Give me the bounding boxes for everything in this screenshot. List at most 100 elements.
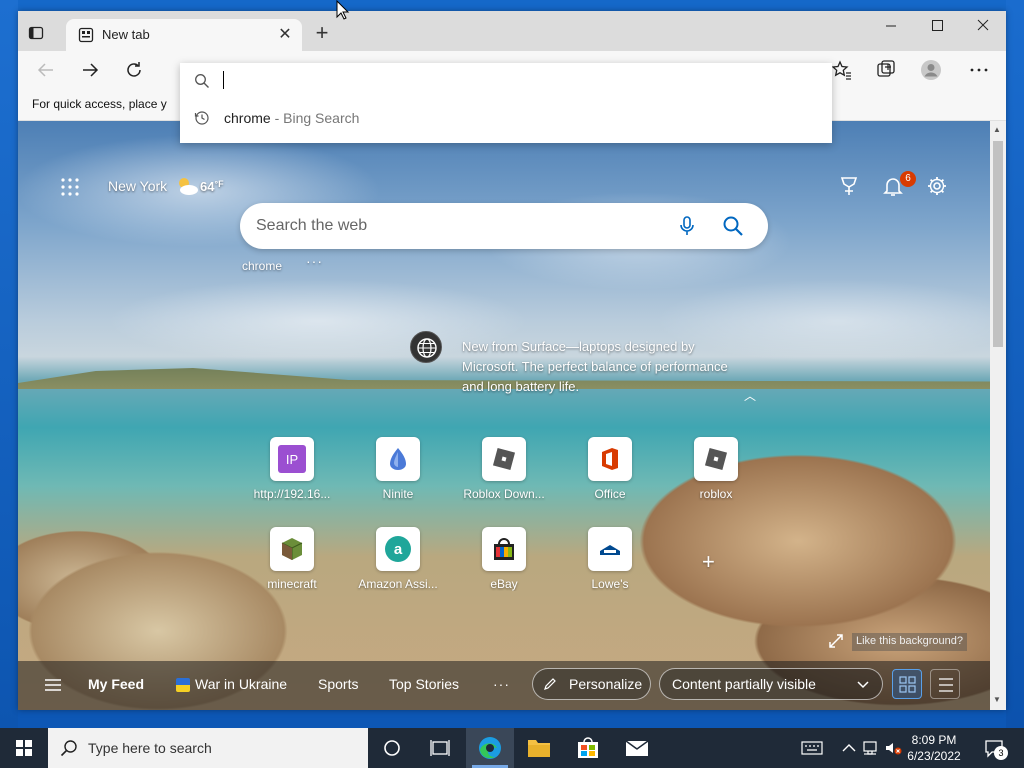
- scroll-up-arrow[interactable]: ▲: [993, 125, 1001, 134]
- desktop-background-left: [0, 0, 18, 728]
- folder-icon: [528, 740, 550, 757]
- microphone-icon[interactable]: [676, 215, 698, 237]
- profile-avatar[interactable]: [920, 59, 942, 81]
- clock-time: 8:09 PM: [911, 733, 957, 747]
- feed-tab-my-feed[interactable]: My Feed: [88, 676, 144, 692]
- windows-start-button[interactable]: [0, 728, 48, 768]
- quick-link-tile[interactable]: a Amazon Assi...: [348, 527, 448, 607]
- ip-icon: IP: [278, 445, 306, 473]
- list-layout-button[interactable]: [930, 669, 960, 699]
- quick-link-tile[interactable]: Lowe's: [560, 527, 660, 607]
- address-bar-dropdown[interactable]: chrome - Bing Search: [180, 63, 832, 143]
- feed-tab-top-stories[interactable]: Top Stories: [389, 676, 459, 692]
- desktop-background-bottom: [18, 710, 1006, 728]
- recent-search-chip[interactable]: chrome: [242, 259, 282, 273]
- network-icon[interactable]: [862, 739, 880, 757]
- search-icon[interactable]: [722, 215, 744, 237]
- maximize-button[interactable]: [914, 11, 960, 41]
- windows-logo-icon: [16, 740, 32, 756]
- personalize-button[interactable]: Personalize: [532, 668, 651, 700]
- scroll-down-arrow[interactable]: ▼: [993, 695, 1001, 704]
- browser-window: New tab ✕ + For quick access, place y Ne…: [18, 11, 1006, 710]
- taskbar-clock[interactable]: 8:09 PM 6/23/2022: [904, 732, 964, 764]
- web-search-box[interactable]: [240, 203, 768, 249]
- close-tab-icon[interactable]: ✕: [276, 26, 294, 44]
- edge-icon: [479, 737, 501, 759]
- quick-link-tile[interactable]: eBay: [454, 527, 554, 607]
- list-icon: [939, 678, 953, 692]
- desktop-background-right: [1006, 0, 1024, 728]
- forward-button[interactable]: [78, 59, 102, 81]
- tab-new-tab[interactable]: New tab ✕: [66, 19, 302, 51]
- pencil-icon: [543, 677, 557, 691]
- keyboard-icon[interactable]: [801, 739, 823, 757]
- scrollbar-thumb[interactable]: [993, 141, 1003, 347]
- refresh-button[interactable]: [122, 59, 146, 81]
- store-icon: [578, 737, 598, 758]
- search-icon: [60, 739, 78, 757]
- web-search-input[interactable]: [256, 215, 656, 237]
- taskbar-edge-app[interactable]: [466, 728, 514, 768]
- favorites-icon[interactable]: [831, 59, 853, 81]
- taskbar-mail[interactable]: [613, 728, 661, 768]
- quick-link-tile[interactable]: Roblox Down...: [454, 437, 554, 517]
- chevron-down-icon: [856, 677, 870, 691]
- ukraine-flag-icon: [176, 678, 190, 692]
- chevron-up-icon[interactable]: ︿: [744, 387, 756, 404]
- add-quick-link-button[interactable]: +: [702, 549, 715, 575]
- quick-link-label: minecraft: [267, 577, 317, 591]
- ebay-icon: [494, 538, 514, 560]
- like-background-prompt[interactable]: Like this background?: [828, 633, 970, 651]
- collections-icon[interactable]: [875, 59, 897, 81]
- taskbar-file-explorer[interactable]: [515, 728, 563, 768]
- weather-temperature[interactable]: 64°F: [200, 179, 224, 194]
- new-tab-button[interactable]: +: [310, 22, 334, 45]
- expand-icon[interactable]: [828, 633, 844, 649]
- grid-layout-button[interactable]: [892, 669, 922, 699]
- quick-link-label: Ninite: [382, 487, 414, 501]
- recent-searches-more[interactable]: ···: [306, 253, 323, 269]
- svg-text:IP: IP: [286, 452, 298, 467]
- partly-cloudy-icon[interactable]: [175, 175, 199, 197]
- back-button[interactable]: [34, 59, 58, 81]
- action-center-button[interactable]: 3: [984, 738, 1008, 760]
- chevron-up-icon[interactable]: [840, 739, 858, 757]
- feed-tab-sports[interactable]: Sports: [318, 676, 358, 692]
- quick-link-tile[interactable]: minecraft: [242, 527, 342, 607]
- search-suggestion[interactable]: chrome - Bing Search: [180, 103, 832, 133]
- taskbar-search-box[interactable]: Type here to search: [48, 728, 368, 768]
- weather-city[interactable]: New York: [108, 178, 167, 194]
- quick-link-tile[interactable]: IP http://192.16...: [242, 437, 342, 517]
- menu-icon[interactable]: [44, 677, 62, 693]
- gear-icon[interactable]: [926, 175, 948, 197]
- address-bar-input[interactable]: [223, 71, 224, 89]
- roblox-icon: [704, 447, 728, 471]
- ninite-icon: [390, 448, 406, 470]
- app-launcher-icon[interactable]: [60, 177, 80, 197]
- suggestion-query: chrome: [224, 110, 271, 126]
- taskbar-store[interactable]: [564, 728, 612, 768]
- tab-actions-icon[interactable]: [28, 25, 44, 41]
- minecraft-icon: [281, 538, 303, 560]
- grid-icon: [899, 676, 916, 693]
- more-options-icon[interactable]: [968, 61, 990, 83]
- feed-more[interactable]: ···: [493, 676, 510, 692]
- quick-link-tile[interactable]: roblox: [666, 437, 766, 517]
- feed-tab-war-in-ukraine[interactable]: War in Ukraine: [195, 676, 287, 692]
- page-scrollbar[interactable]: ▲ ▼: [990, 121, 1006, 710]
- minimize-button[interactable]: [868, 11, 914, 41]
- cortana-button[interactable]: [368, 728, 416, 768]
- promo-headline[interactable]: New from Surface—laptops designed by Mic…: [462, 337, 732, 397]
- content-visibility-dropdown[interactable]: Content partially visible: [659, 668, 883, 700]
- close-window-button[interactable]: [960, 11, 1006, 41]
- rewards-icon[interactable]: [838, 175, 860, 197]
- speaker-muted-icon[interactable]: [884, 739, 902, 757]
- task-view-button[interactable]: [416, 728, 464, 768]
- quick-link-label: Lowe's: [591, 577, 629, 591]
- taskbar: Type here to search 8:09 PM 6/23/2022 3: [0, 728, 1024, 768]
- task-view-icon: [430, 740, 450, 756]
- history-icon: [194, 110, 210, 126]
- quick-link-tile[interactable]: Ninite: [348, 437, 448, 517]
- quick-link-tile[interactable]: Office: [560, 437, 660, 517]
- quick-link-label: Office: [594, 487, 626, 501]
